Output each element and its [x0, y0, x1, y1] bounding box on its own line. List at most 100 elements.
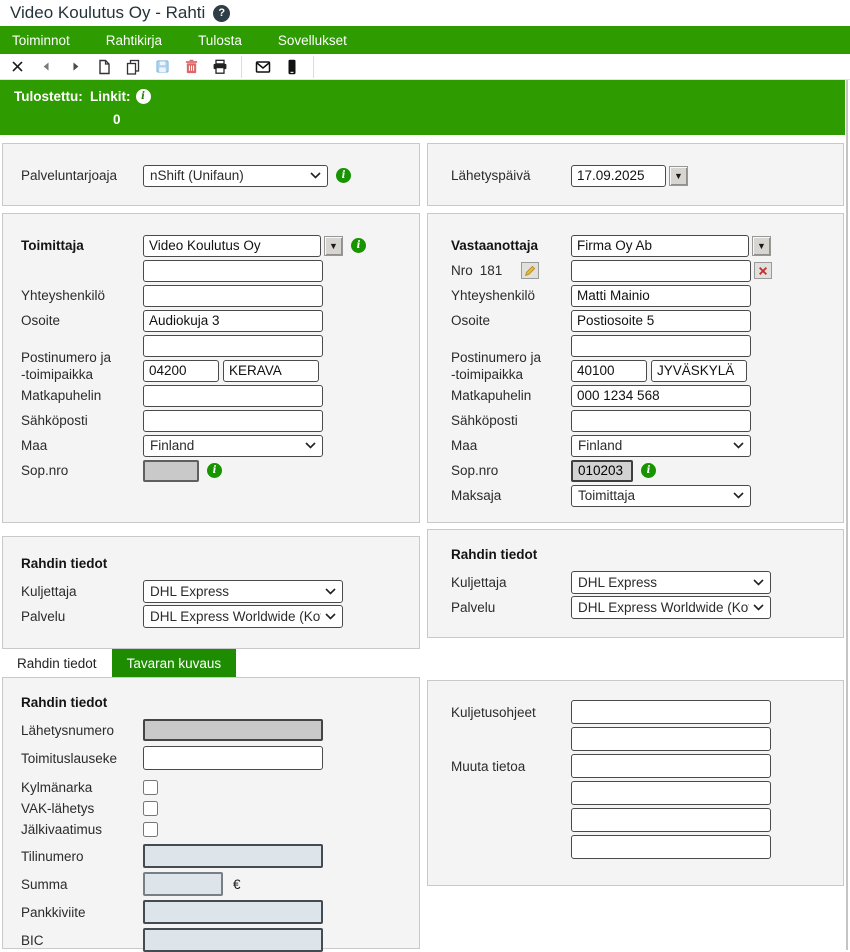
receiver-mobile-input[interactable] — [571, 385, 751, 407]
sender-name-input[interactable] — [143, 235, 321, 257]
sender-dropdown-button[interactable]: ▼ — [324, 236, 343, 256]
sender-name2-input[interactable] — [143, 260, 323, 282]
sender-address-input[interactable] — [143, 310, 323, 332]
receiver-city-input[interactable] — [651, 360, 747, 382]
sender-contact-input[interactable] — [143, 285, 323, 307]
tab-bar: Rahdin tiedot Tavaran kuvaus — [2, 649, 236, 677]
vak-shipment-checkbox[interactable] — [143, 801, 158, 816]
info-icon[interactable]: i — [136, 89, 151, 104]
notes-panel: Kuljetusohjeet Muuta tietoa — [427, 680, 844, 886]
bic-input — [143, 928, 323, 952]
tab-rahdin-tiedot[interactable]: Rahdin tiedot — [2, 649, 112, 677]
previous-button[interactable] — [36, 57, 56, 77]
account-number-label: Tilinumero — [21, 849, 143, 864]
date-dropdown-button[interactable]: ▼ — [669, 166, 688, 186]
toolbar — [0, 54, 850, 80]
receiver-dropdown-button[interactable]: ▼ — [752, 236, 771, 256]
remove-x-icon — [758, 266, 768, 276]
receiver-contact-input[interactable] — [571, 285, 751, 307]
currency-label: € — [233, 877, 241, 892]
receiver-country-select[interactable]: Finland — [571, 435, 751, 457]
receiver-payer-label: Maksaja — [451, 488, 571, 503]
transport-instructions-input-1[interactable] — [571, 700, 771, 724]
info-icon[interactable]: i — [336, 168, 351, 183]
other-info-input-2[interactable] — [571, 781, 771, 805]
receiver-address-input[interactable] — [571, 310, 751, 332]
receiver-panel: Vastaanottaja ▼ Nro 181 Yhteyshenkilö Os… — [427, 213, 844, 523]
info-icon[interactable]: i — [207, 463, 222, 478]
copy-button[interactable] — [123, 57, 143, 77]
mobile-button[interactable] — [282, 57, 302, 77]
bank-reference-label: Pankkiviite — [21, 905, 143, 920]
other-info-input-1[interactable] — [571, 754, 771, 778]
title-bar: Video Koulutus Oy - Rahti ? — [0, 0, 850, 26]
sender-city-input[interactable] — [223, 360, 319, 382]
freight-sender-carrier-select[interactable]: DHL Express — [143, 580, 343, 603]
tab-tavaran-kuvaus[interactable]: Tavaran kuvaus — [112, 649, 237, 677]
sender-address2-input[interactable] — [143, 335, 323, 357]
receiver-zip-input[interactable] — [571, 360, 647, 382]
sender-contract-label: Sop.nro — [21, 463, 143, 478]
help-icon[interactable]: ? — [213, 5, 230, 22]
vak-shipment-label: VAK-lähetys — [21, 801, 143, 816]
edit-address-button[interactable] — [521, 262, 539, 279]
sender-contract-input — [143, 460, 199, 482]
page-title: Video Koulutus Oy - Rahti — [10, 3, 205, 23]
envelope-icon — [255, 59, 271, 75]
freight-receiver-carrier-select[interactable]: DHL Express — [571, 571, 771, 594]
sender-zip-input[interactable] — [143, 360, 219, 382]
chevron-down-icon — [733, 442, 744, 449]
receiver-contract-label: Sop.nro — [451, 463, 571, 478]
print-button[interactable] — [210, 57, 230, 77]
receiver-address2-input[interactable] — [571, 335, 751, 357]
pencil-icon — [524, 265, 536, 277]
receiver-name2-input[interactable] — [571, 260, 751, 282]
freight-sender-service-select[interactable]: DHL Express Worldwide (Kotii — [143, 605, 343, 628]
provider-panel: Palveluntarjoaja nShift (Unifaun) i — [2, 143, 420, 206]
cod-label: Jälkivaatimus — [21, 822, 143, 837]
freight-sender-panel: Rahdin tiedot Kuljettaja DHL Express Pal… — [2, 536, 420, 649]
info-icon[interactable]: i — [641, 463, 656, 478]
other-info-input-4[interactable] — [571, 835, 771, 859]
cod-checkbox[interactable] — [143, 822, 158, 837]
close-button[interactable] — [7, 57, 27, 77]
receiver-contract-input — [571, 460, 633, 482]
incoterm-input[interactable] — [143, 746, 323, 770]
receiver-zip-label: Postinumero ja -toimipaikka — [451, 333, 571, 383]
sender-mobile-input[interactable] — [143, 385, 323, 407]
menu-rahtikirja[interactable]: Rahtikirja — [106, 33, 162, 48]
freight-receiver-title: Rahdin tiedot — [451, 547, 537, 562]
ship-date-panel: Lähetyspäivä ▼ — [427, 143, 844, 206]
sender-country-select[interactable]: Finland — [143, 435, 323, 457]
sender-mobile-label: Matkapuhelin — [21, 388, 143, 403]
clear-receiver-button[interactable] — [754, 262, 772, 279]
ship-date-input[interactable] — [571, 165, 666, 187]
transport-instructions-input-2[interactable] — [571, 727, 771, 751]
other-info-input-3[interactable] — [571, 808, 771, 832]
sender-email-input[interactable] — [143, 410, 323, 432]
receiver-address-label: Osoite — [451, 313, 571, 328]
email-button[interactable] — [253, 57, 273, 77]
dropdown-icon: ▼ — [757, 241, 766, 251]
cold-sensitive-checkbox[interactable] — [143, 780, 158, 795]
next-button[interactable] — [65, 57, 85, 77]
menu-toiminnot[interactable]: Toiminnot — [12, 33, 70, 48]
menu-sovellukset[interactable]: Sovellukset — [278, 33, 347, 48]
save-button[interactable] — [152, 57, 172, 77]
close-icon — [11, 60, 24, 73]
sender-title-label: Toimittaja — [21, 238, 143, 253]
new-document-button[interactable] — [94, 57, 114, 77]
receiver-name-input[interactable] — [571, 235, 749, 257]
receiver-email-input[interactable] — [571, 410, 751, 432]
freight-receiver-service-select[interactable]: DHL Express Worldwide (Kotii — [571, 596, 771, 619]
chevron-down-icon — [310, 172, 321, 179]
delete-button[interactable] — [181, 57, 201, 77]
save-icon — [155, 59, 170, 74]
info-icon[interactable]: i — [351, 238, 366, 253]
provider-select[interactable]: nShift (Unifaun) — [143, 165, 328, 187]
receiver-payer-select[interactable]: Toimittaja — [571, 485, 751, 507]
menu-tulosta[interactable]: Tulosta — [198, 33, 242, 48]
freight-sender-service-label: Palvelu — [21, 609, 143, 624]
amount-input — [143, 872, 223, 896]
chevron-down-icon — [733, 492, 744, 499]
